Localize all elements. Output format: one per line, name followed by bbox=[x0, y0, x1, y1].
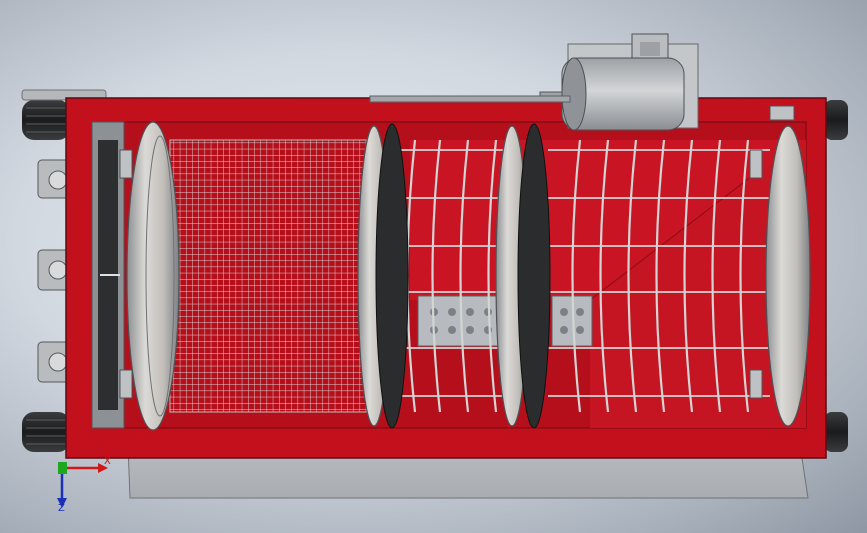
tire-ring-left bbox=[375, 123, 409, 429]
z-axis-label: Z bbox=[58, 503, 65, 514]
coordinate-triad: X Z bbox=[40, 448, 120, 518]
wheel-bottom-left bbox=[22, 412, 70, 452]
wheel-top-left bbox=[22, 100, 70, 140]
cad-viewport[interactable]: X Z bbox=[0, 0, 867, 533]
wheel-top-right bbox=[824, 100, 848, 140]
wheel-bottom-right bbox=[824, 412, 848, 452]
x-axis-label: X bbox=[104, 456, 111, 467]
drive-motor bbox=[539, 33, 699, 131]
fine-screen-mesh bbox=[169, 139, 371, 413]
tire-ring-right bbox=[517, 123, 551, 429]
y-axis-marker bbox=[58, 462, 67, 474]
trommel-assembly-model bbox=[21, 33, 848, 499]
ring-discharge-end bbox=[765, 125, 811, 427]
ring-feed-end bbox=[126, 121, 180, 431]
center-support-plate bbox=[417, 295, 499, 347]
